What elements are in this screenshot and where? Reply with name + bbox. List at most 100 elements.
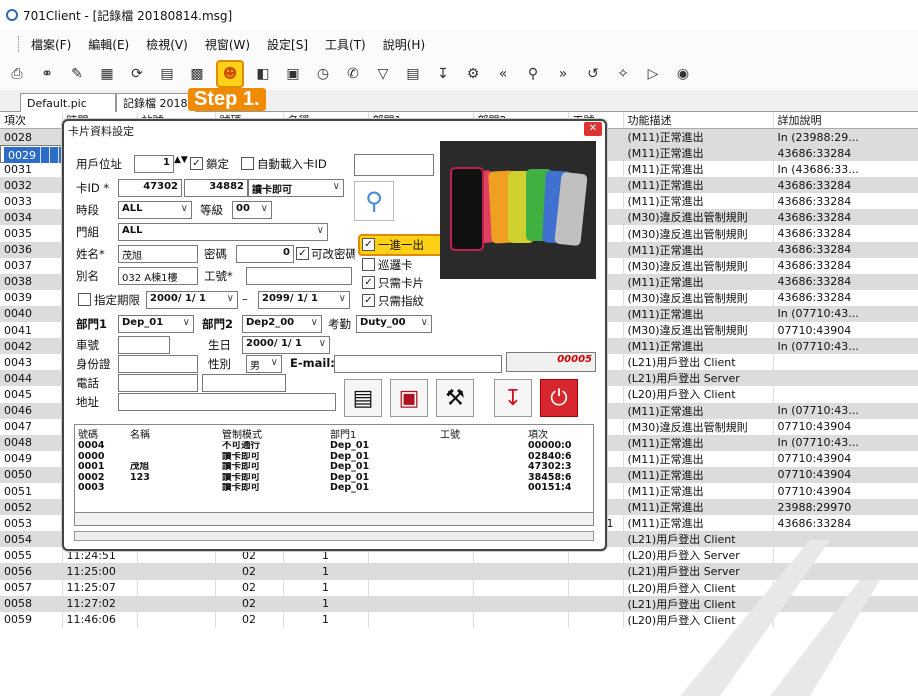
calendar-icon[interactable]: ▦ bbox=[96, 63, 118, 85]
car-field[interactable] bbox=[118, 336, 170, 354]
menu-help[interactable]: 說明(H) bbox=[383, 36, 425, 53]
menu-settings[interactable]: 設定[S] bbox=[267, 36, 308, 53]
table-row[interactable]: 0057 11:25:07 02 1 (L20)用戶登入 Client bbox=[0, 579, 918, 596]
inout-checkbox[interactable]: ✓ bbox=[362, 238, 375, 251]
list-item[interactable]: 0002 123 讀卡即可 Dep_01 38458:6 bbox=[75, 473, 580, 484]
column-header[interactable]: 項次 bbox=[0, 112, 63, 129]
empno-field[interactable] bbox=[246, 267, 352, 285]
pwd-change-checkbox[interactable]: ✓ bbox=[296, 247, 309, 260]
filter-icon[interactable]: ▽ bbox=[372, 63, 394, 85]
pin-icon[interactable]: ✧ bbox=[612, 63, 634, 85]
table-cell: 23988:29970 bbox=[773, 499, 918, 516]
period-select[interactable]: ALL bbox=[118, 201, 192, 219]
horizontal-scrollbar[interactable] bbox=[74, 512, 594, 526]
dept2-select[interactable]: Dep2_00 bbox=[242, 315, 322, 333]
card-id-field[interactable] bbox=[354, 154, 434, 176]
list-item[interactable]: 0003 讀卡即可 Dep_01 00151:4 bbox=[75, 483, 580, 494]
printer-icon[interactable]: ⎙ bbox=[6, 63, 28, 85]
gender-select[interactable]: 男 bbox=[246, 355, 282, 373]
record-icon[interactable]: ◉ bbox=[672, 63, 694, 85]
card-b-field[interactable]: 34882 bbox=[184, 179, 248, 197]
email-field[interactable] bbox=[334, 355, 502, 373]
card-mode-select[interactable]: 讀卡即可 bbox=[248, 179, 344, 197]
attend-select[interactable]: Duty_00 bbox=[356, 315, 432, 333]
menu-file[interactable]: 檔案(F) bbox=[31, 36, 71, 53]
table-cell: In (07710:43... bbox=[773, 434, 918, 451]
table-cell: (M11)正常進出 bbox=[623, 450, 774, 467]
chart-icon[interactable]: ▩ bbox=[186, 63, 208, 85]
search-icon[interactable]: ⚲ bbox=[522, 63, 544, 85]
menu-tools[interactable]: 工具(T) bbox=[325, 36, 366, 53]
monitor-icon[interactable]: ▣ bbox=[282, 63, 304, 85]
last-icon[interactable]: » bbox=[552, 63, 574, 85]
table-row[interactable]: 0056 11:25:00 02 1 (L21)用戶登出 Server bbox=[0, 563, 918, 580]
period-limit-checkbox[interactable] bbox=[78, 293, 91, 306]
name-field[interactable]: 茂旭 bbox=[118, 245, 198, 263]
autoload-checkbox[interactable] bbox=[241, 157, 254, 170]
refresh-icon[interactable]: ⟳ bbox=[126, 63, 148, 85]
lookup-button[interactable]: ⚲ bbox=[354, 181, 394, 221]
edit-doc-icon[interactable]: ✎ bbox=[66, 63, 88, 85]
tab-default-pic[interactable]: Default.pic bbox=[20, 93, 116, 112]
list-item[interactable]: 0004 不可通行 Dep_01 00000:0 bbox=[75, 441, 580, 452]
phone2-field[interactable] bbox=[202, 374, 286, 392]
clock-icon[interactable]: ◷ bbox=[312, 63, 334, 85]
password-field[interactable]: 0 bbox=[236, 245, 294, 263]
table-row[interactable]: 0058 11:27:02 02 1 (L21)用戶登出 Client bbox=[0, 595, 918, 612]
dept1-select[interactable]: Dep_01 bbox=[118, 315, 194, 333]
save-button[interactable]: ▣ bbox=[390, 379, 428, 417]
menu-window[interactable]: 視窗(W) bbox=[205, 36, 250, 53]
tab-label: 記錄檔 2018 bbox=[123, 97, 188, 110]
table-row[interactable]: 0059 11:46:06 02 1 (L20)用戶登入 Client bbox=[0, 611, 918, 628]
list-item[interactable]: 0001 茂旭 讀卡即可 Dep_01 47302:3 bbox=[75, 462, 580, 473]
list-header[interactable]: 管制模式 bbox=[219, 425, 327, 441]
alias-field[interactable]: 032 A棟1樓 bbox=[118, 267, 198, 285]
list-cell bbox=[437, 483, 525, 494]
period-limit-label: 指定期限 bbox=[94, 293, 140, 307]
connect-icon[interactable]: ⚭ bbox=[36, 63, 58, 85]
spin-icon[interactable]: ▲▼ bbox=[174, 155, 188, 165]
date-from-select[interactable]: 2000/ 1/ 1 bbox=[146, 291, 238, 309]
card-only-checkbox[interactable]: ✓ bbox=[362, 276, 375, 289]
card-a-field[interactable]: 47302 bbox=[118, 179, 182, 197]
group-select[interactable]: ALL bbox=[118, 223, 328, 241]
birth-select[interactable]: 2000/ 1/ 1 bbox=[242, 336, 330, 354]
list-header[interactable]: 部門1 bbox=[327, 425, 437, 441]
door-icon[interactable]: ◧ bbox=[252, 63, 274, 85]
power-button[interactable]: ⏻ bbox=[540, 379, 578, 417]
play-icon[interactable]: ▷ bbox=[642, 63, 664, 85]
tab-log-file[interactable]: 記錄檔 2018 bbox=[116, 93, 196, 112]
fp-only-checkbox[interactable]: ✓ bbox=[362, 294, 375, 307]
first-icon[interactable]: « bbox=[492, 63, 514, 85]
list-header[interactable]: 名稱 bbox=[127, 425, 219, 441]
address-field[interactable] bbox=[118, 393, 336, 411]
history-icon[interactable]: ↺ bbox=[582, 63, 604, 85]
list-header[interactable]: 號碼 bbox=[75, 425, 127, 441]
list-header[interactable]: 工號 bbox=[437, 425, 525, 441]
level-select[interactable]: 00 bbox=[232, 201, 272, 219]
user-card-icon[interactable]: ☻ bbox=[216, 60, 244, 88]
tools-button[interactable]: ⚒ bbox=[436, 379, 474, 417]
schedule-icon[interactable]: ▤ bbox=[156, 63, 178, 85]
list-header[interactable]: 項次 bbox=[525, 425, 580, 441]
lock-checkbox[interactable]: ✓ bbox=[190, 157, 203, 170]
user-pos-field[interactable]: 1 bbox=[134, 155, 174, 173]
card-print-button[interactable]: ▤ bbox=[344, 379, 382, 417]
phone-field[interactable] bbox=[118, 374, 198, 392]
list-cell bbox=[437, 441, 525, 452]
patrol-checkbox[interactable] bbox=[362, 258, 375, 271]
settings-icon[interactable]: ⚙ bbox=[462, 63, 484, 85]
date-to-select[interactable]: 2099/ 1/ 1 bbox=[258, 291, 350, 309]
close-button[interactable]: ✕ bbox=[584, 122, 602, 136]
menu-view[interactable]: 檢視(V) bbox=[146, 36, 188, 53]
id-field[interactable] bbox=[118, 355, 198, 373]
message-icon[interactable]: ✆ bbox=[342, 63, 364, 85]
column-header[interactable]: 功能描述 bbox=[623, 112, 774, 129]
download-icon[interactable]: ↧ bbox=[432, 63, 454, 85]
download-button[interactable]: ↧ bbox=[494, 379, 532, 417]
column-header[interactable]: 詳加說明 bbox=[773, 112, 918, 129]
list-item[interactable]: 0000 讀卡即可 Dep_01 02840:6 bbox=[75, 452, 580, 463]
image-icon[interactable]: ▤ bbox=[402, 63, 424, 85]
user-list[interactable]: 號碼 名稱 管制模式 部門1 工號 項次 0004 不可通行 Dep_01 00000:0 000… bbox=[74, 424, 594, 522]
menu-edit[interactable]: 編輯(E) bbox=[88, 36, 129, 53]
